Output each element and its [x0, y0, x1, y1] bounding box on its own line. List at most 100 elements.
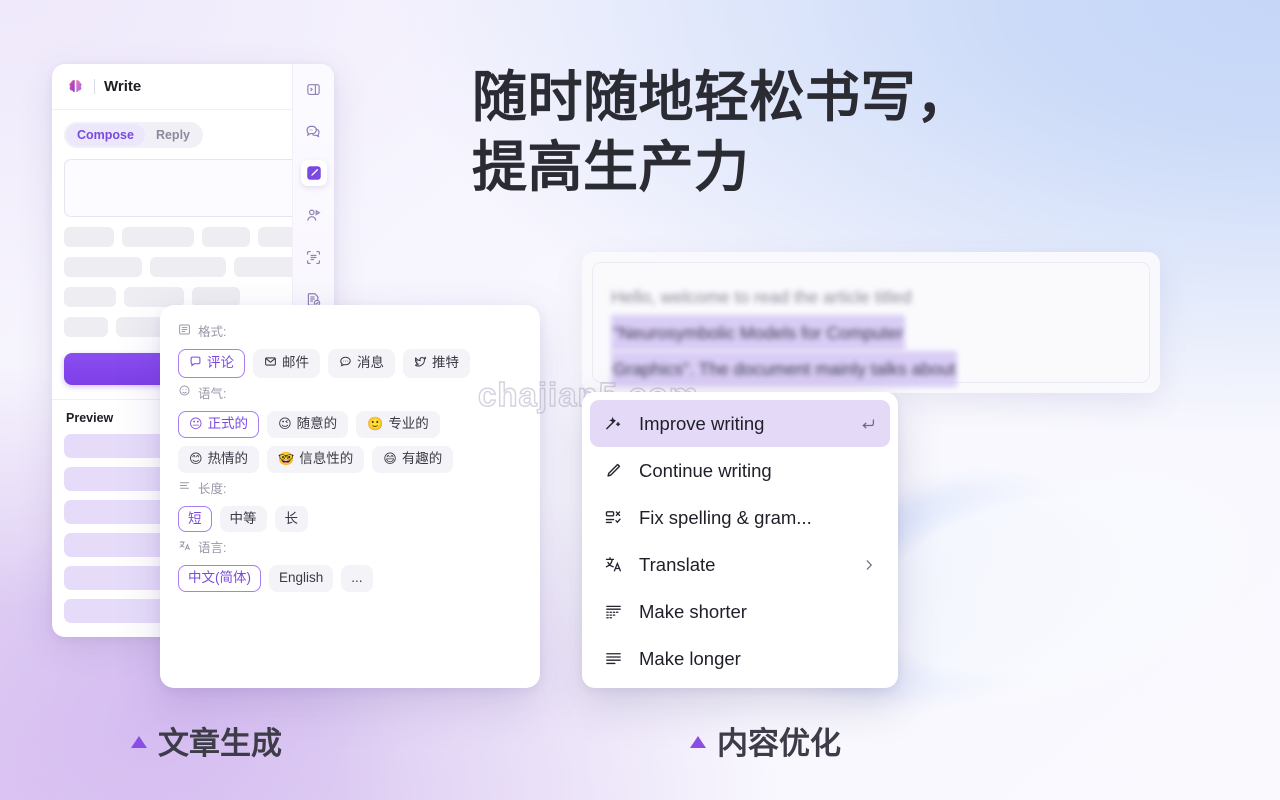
- tone-emoji: 😄: [383, 450, 397, 466]
- panel-collapse-icon[interactable]: [301, 76, 327, 102]
- skeleton-chip: [121, 227, 194, 247]
- chip-tone-formal[interactable]: 😐 正式的: [178, 410, 260, 438]
- chip-label: 专业的: [388, 415, 429, 431]
- skeleton-row-1: [64, 227, 322, 247]
- chip-label: 随意的: [296, 415, 338, 431]
- persona-icon[interactable]: [301, 202, 327, 228]
- skeleton-chip: [64, 287, 116, 307]
- option-group-language: 语言: 中文(简体) English ...: [178, 537, 522, 593]
- caption-label: 文章生成: [158, 726, 282, 761]
- tab-compose[interactable]: Compose: [66, 124, 145, 146]
- skeleton-row-3: [64, 287, 322, 307]
- chip-tone-professional[interactable]: 🙂 专业的: [356, 410, 440, 438]
- skeleton-chip: [192, 287, 240, 307]
- tone-chip-list: 😐 正式的 😉 随意的 🙂 专业的 😊 热情的 🤓 信息性的 😄 有趣的: [178, 410, 522, 473]
- chip-language-more[interactable]: ...: [341, 565, 373, 593]
- menu-item-label: Continue writing: [639, 459, 772, 481]
- length-chip-list: 短 中等 长: [178, 505, 522, 533]
- chip-format-email[interactable]: 邮件: [253, 349, 320, 378]
- option-group-tone: 语气: 😐 正式的 😉 随意的 🙂 专业的 😊 热情的 🤓 信息性的 😄 有趣的: [178, 383, 522, 473]
- skeleton-chip: [150, 257, 226, 277]
- menu-item-label: Translate: [639, 553, 716, 575]
- menu-item-fix-spelling[interactable]: Fix spelling & gram...: [590, 494, 890, 541]
- document-line: Hello, welcome to read the article title…: [611, 287, 912, 307]
- lines-icon: [178, 479, 191, 495]
- chat-bubbles-icon[interactable]: [301, 118, 327, 144]
- chevron-right-icon: [861, 557, 877, 573]
- tone-emoji: 😐: [189, 416, 203, 432]
- comment-icon: [189, 355, 202, 372]
- chip-tone-enthusiastic[interactable]: 😊 热情的: [178, 445, 260, 473]
- language-group-label: 语言:: [198, 541, 227, 556]
- chip-format-twitter[interactable]: 推特: [403, 349, 470, 378]
- spellcheck-icon: [603, 508, 624, 527]
- chip-language-chinese[interactable]: 中文(简体): [178, 565, 261, 593]
- tone-emoji: 😊: [189, 450, 203, 466]
- menu-item-label: Improve writing: [639, 412, 765, 434]
- tab-reply[interactable]: Reply: [145, 124, 201, 146]
- menu-item-make-shorter[interactable]: Make shorter: [590, 588, 890, 635]
- twitter-icon: [414, 355, 427, 372]
- chip-format-message[interactable]: 消息: [328, 349, 395, 378]
- document-text-area: Hello, welcome to read the article title…: [592, 262, 1150, 387]
- prompt-textarea[interactable]: [64, 159, 322, 217]
- menu-item-improve-writing[interactable]: Improve writing: [590, 400, 890, 447]
- chip-tone-funny[interactable]: 😄 有趣的: [372, 445, 454, 473]
- chip-label: 有趣的: [401, 450, 443, 466]
- chip-length-medium[interactable]: 中等: [219, 505, 267, 533]
- skeleton-chip: [124, 287, 184, 307]
- document-line-selected: "Neurosymbolic Models for Computer: [611, 315, 906, 351]
- translate-icon: [603, 555, 624, 574]
- chip-tone-informative[interactable]: 🤓 信息性的: [267, 445, 365, 473]
- menu-item-make-longer[interactable]: Make longer: [590, 635, 890, 682]
- brand-divider: [94, 79, 95, 94]
- menu-item-translate[interactable]: Translate: [590, 541, 890, 588]
- chip-length-short[interactable]: 短: [178, 505, 212, 533]
- skeleton-chip: [64, 317, 108, 337]
- skeleton-row-2: [64, 257, 322, 277]
- length-group-label: 长度:: [198, 481, 227, 496]
- format-list-icon: [178, 323, 191, 339]
- tone-emoji: 🤓: [278, 450, 295, 466]
- chip-label: 邮件: [282, 355, 309, 370]
- pencil-icon: [603, 461, 624, 480]
- chip-language-english[interactable]: English: [269, 565, 334, 593]
- chip-tone-casual[interactable]: 😉 随意的: [267, 410, 349, 438]
- tone-group-label: 语气:: [198, 386, 227, 401]
- chip-format-comment[interactable]: 评论: [178, 349, 245, 378]
- enter-key-icon: [859, 415, 877, 433]
- document-line-selected: Graphics". The document mainly talks abo…: [611, 351, 958, 387]
- caption-content-optimization: 内容优化: [690, 718, 841, 763]
- language-chip-list: 中文(简体) English ...: [178, 565, 522, 593]
- menu-item-label: Fix spelling & gram...: [639, 506, 812, 528]
- envelope-icon: [264, 355, 277, 372]
- chip-label: 信息性的: [299, 450, 354, 466]
- scan-text-icon[interactable]: [301, 244, 327, 270]
- translate-icon: [178, 539, 191, 555]
- page-headline: 随时随地轻松书写， 提高生产力: [472, 62, 1092, 203]
- length-group-header: 长度:: [178, 478, 522, 497]
- message-icon: [339, 355, 352, 372]
- magic-wand-icon: [603, 414, 624, 433]
- menu-item-label: Make shorter: [639, 600, 747, 622]
- chip-label: 推特: [432, 355, 459, 370]
- ai-actions-context-menu: Improve writing Continue writing Fix spe…: [582, 392, 898, 688]
- skeleton-chip: [201, 227, 250, 247]
- writing-options-popover: 格式: 评论 邮件 消息 推特 语气: 😐 正式的 😉 随意的 🙂 专业的 😊 …: [160, 305, 540, 688]
- skeleton-chip: [64, 257, 142, 277]
- chip-label: 正式的: [207, 415, 249, 431]
- triangle-marker-icon: [131, 736, 147, 748]
- chip-length-long[interactable]: 长: [274, 505, 308, 533]
- document-preview-card: Hello, welcome to read the article title…: [582, 252, 1160, 393]
- write-pencil-icon[interactable]: [300, 160, 327, 186]
- compose-reply-tabs: Compose Reply: [64, 122, 203, 148]
- menu-item-continue-writing[interactable]: Continue writing: [590, 447, 890, 494]
- skeleton-chip: [64, 227, 114, 247]
- option-group-length: 长度: 短 中等 长: [178, 478, 522, 533]
- smiley-icon: [178, 384, 191, 400]
- headline-line-1: 随时随地轻松书写，: [472, 66, 972, 128]
- menu-item-label: Make longer: [639, 647, 741, 669]
- triangle-marker-icon: [690, 736, 706, 748]
- caption-label: 内容优化: [717, 726, 841, 761]
- tone-emoji: 🙂: [367, 416, 384, 432]
